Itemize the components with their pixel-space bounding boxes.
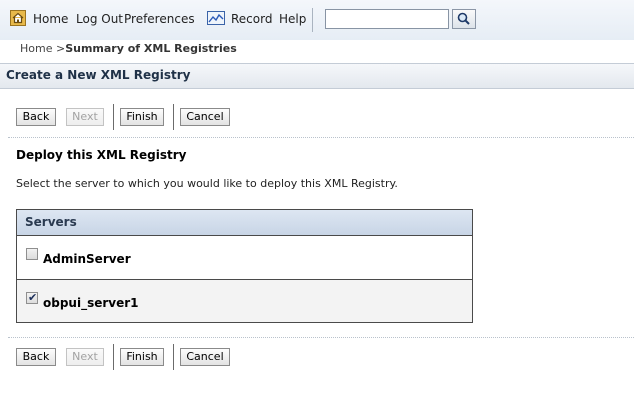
cancel-button-bottom[interactable]: Cancel	[180, 348, 230, 366]
servers-table: Servers AdminServer ✔ obpui_server1	[16, 209, 473, 323]
table-row[interactable]: AdminServer	[17, 236, 472, 280]
cancel-button[interactable]: Cancel	[180, 108, 230, 126]
server-name: AdminServer	[43, 252, 131, 266]
section-title: Deploy this XML Registry	[16, 148, 187, 162]
panel-title: Create a New XML Registry	[6, 68, 191, 82]
breadcrumb: Home >Summary of XML Registries	[20, 42, 237, 55]
divider	[8, 337, 634, 338]
obpui-server1-checkbox[interactable]: ✔	[26, 291, 38, 304]
table-header: Servers	[17, 210, 472, 236]
breadcrumb-separator: >	[55, 42, 66, 55]
button-divider	[113, 344, 114, 370]
toolbar-divider	[312, 8, 313, 32]
search-icon	[457, 12, 470, 25]
record-link[interactable]: Record	[231, 12, 272, 26]
next-button-bottom[interactable]: Next	[66, 348, 104, 366]
servers-column-header: Servers	[25, 215, 77, 229]
finish-button[interactable]: Finish	[120, 108, 164, 126]
home-icon[interactable]	[10, 10, 26, 26]
section-description: Select the server to which you would lik…	[16, 177, 398, 190]
breadcrumb-home[interactable]: Home	[20, 42, 52, 55]
adminserver-checkbox[interactable]	[26, 248, 38, 260]
back-button-bottom[interactable]: Back	[16, 348, 56, 366]
preferences-link[interactable]: Preferences	[124, 12, 195, 26]
button-divider	[173, 104, 174, 130]
checkmark-icon: ✔	[28, 291, 38, 304]
finish-button-bottom[interactable]: Finish	[120, 348, 164, 366]
divider	[8, 137, 634, 138]
table-row[interactable]: ✔ obpui_server1	[17, 280, 472, 322]
back-button[interactable]: Back	[16, 108, 56, 126]
home-link[interactable]: Home	[33, 12, 68, 26]
top-toolbar: Home Log Out Preferences Record Help	[0, 0, 634, 40]
breadcrumb-current[interactable]: Summary of XML Registries	[65, 42, 237, 55]
search-input[interactable]	[325, 9, 449, 29]
server-name: obpui_server1	[43, 296, 139, 310]
button-divider	[173, 344, 174, 370]
record-icon[interactable]	[207, 11, 225, 25]
button-divider	[113, 104, 114, 130]
logout-link[interactable]: Log Out	[76, 12, 123, 26]
panel-header: Create a New XML Registry	[0, 63, 634, 89]
help-link[interactable]: Help	[279, 12, 306, 26]
next-button[interactable]: Next	[66, 108, 104, 126]
search-button[interactable]	[452, 9, 476, 29]
